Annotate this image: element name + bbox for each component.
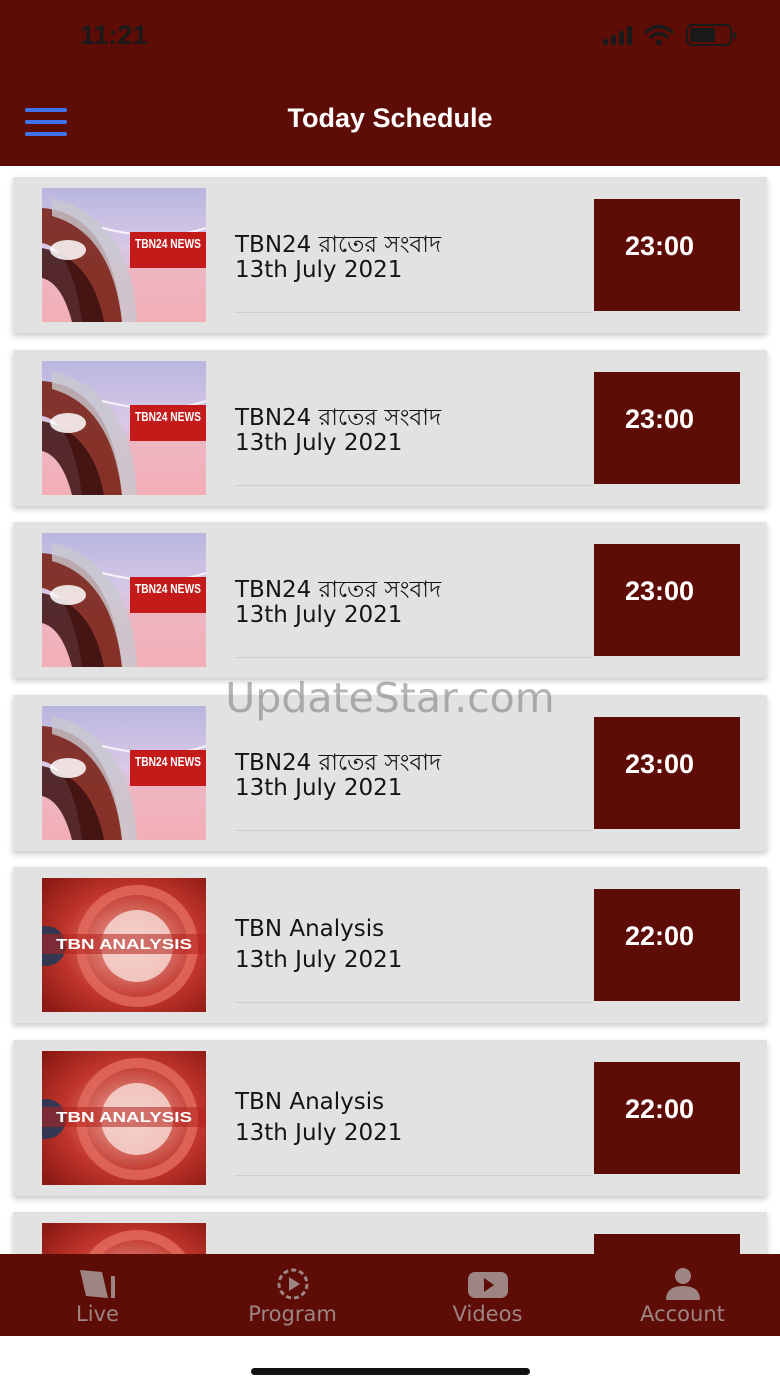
battery-level [690,28,715,42]
row-divider [235,1174,593,1176]
home-indicator-area [0,1336,780,1387]
cellular-signal-icon [603,25,632,45]
program-time-badge[interactable]: 22:00 [594,889,740,1001]
status-time: 11:21 [80,20,148,50]
account-icon [665,1268,700,1300]
watermark: UpdateStar.com [225,674,555,722]
program-time-badge[interactable]: 23:00 [594,716,740,829]
thumbnail-label: TBN ANALYSIS [56,1109,192,1126]
thumbnail-label: TBN24 NEWS [135,754,201,769]
tbn24-news-thumbnail-art: TBN24 NEWS [42,705,206,840]
program-time-badge[interactable] [594,1234,740,1254]
status-icons [603,24,736,46]
app-header: 11:21 Today Schedule [0,0,780,166]
row-divider [235,1002,593,1003]
program-time-badge[interactable]: 22:00 [594,1061,740,1174]
nav-item-videos[interactable]: Videos [390,1254,585,1336]
program-thumbnail[interactable]: TBN24 NEWS [42,188,206,322]
row-divider [235,829,593,831]
battery-icon [686,24,736,46]
youtube-icon [467,1272,508,1298]
schedule-row[interactable]: TBN ANALYSIS TBN Analysis 13th July 2021… [13,1039,767,1196]
program-time-badge[interactable]: 23:00 [594,199,740,311]
program-date: 13th July 2021 [235,429,403,456]
row-divider [235,657,593,658]
program-date: 13th July 2021 [235,774,403,801]
schedule-row[interactable]: TBN ANALYSIS TBN Analysis 13th July 2021… [13,867,767,1023]
row-divider [235,312,593,313]
thumbnail-label: TBN ANALYSIS [56,936,192,953]
schedule-row[interactable]: TBN24 NEWS TBN24 রাতের সংবাদ 13th July 2… [13,349,767,506]
tbn24-news-thumbnail-art: TBN24 NEWS [42,360,206,495]
program-thumbnail[interactable]: TBN ANALYSIS [42,1050,206,1185]
nav-item-account[interactable]: Account [585,1254,780,1336]
program-title: TBN Analysis [235,916,385,942]
row-divider [235,484,593,486]
thumbnail-label: TBN24 NEWS [135,409,201,424]
program-date: 13th July 2021 [235,257,403,283]
tbn-analysis-thumbnail-art: TBN ANALYSIS [42,1050,206,1185]
nav-item-program[interactable]: Program [195,1254,390,1336]
nav-item-live[interactable]: Live [0,1254,195,1336]
program-thumbnail[interactable]: TBN24 NEWS [42,705,206,840]
nav-item-label: Account [640,1302,725,1326]
schedule-row[interactable] [13,1212,767,1254]
wifi-icon [644,24,674,46]
program-time-badge[interactable]: 23:00 [594,544,740,656]
thumbnail-label: TBN24 NEWS [135,236,201,251]
program-thumbnail[interactable]: TBN24 NEWS [42,360,206,495]
program-thumbnail[interactable]: TBN ANALYSIS [42,878,206,1012]
tbn-analysis-thumbnail-art: TBN ANALYSIS [42,878,206,1012]
nav-item-label: Videos [452,1302,523,1326]
home-indicator[interactable] [251,1368,530,1375]
play-circle-icon [277,1268,308,1300]
tbn-analysis-thumbnail-art [42,1223,206,1254]
tbn24-news-thumbnail-art: TBN24 NEWS [42,188,206,322]
program-time-badge[interactable]: 23:00 [594,371,740,484]
thumbnail-label: TBN24 NEWS [135,581,201,596]
bottom-navigation: Live Program Videos Account [0,1254,780,1336]
nav-item-label: Live [76,1302,119,1326]
program-date: 13th July 2021 [235,1119,403,1146]
schedule-row[interactable]: TBN24 NEWS TBN24 রাতের সংবাদ 13th July 2… [13,522,767,678]
page-title: Today Schedule [287,103,493,133]
program-thumbnail[interactable] [42,1223,206,1254]
program-date: 13th July 2021 [235,947,403,973]
live-icon [79,1270,115,1298]
tbn24-news-thumbnail-art: TBN24 NEWS [42,533,206,667]
schedule-row[interactable]: TBN24 NEWS TBN24 রাতের সংবাদ 13th July 2… [13,177,767,333]
program-thumbnail[interactable]: TBN24 NEWS [42,533,206,667]
program-title: TBN Analysis [235,1088,385,1115]
program-date: 13th July 2021 [235,602,403,628]
nav-item-label: Program [248,1302,337,1326]
